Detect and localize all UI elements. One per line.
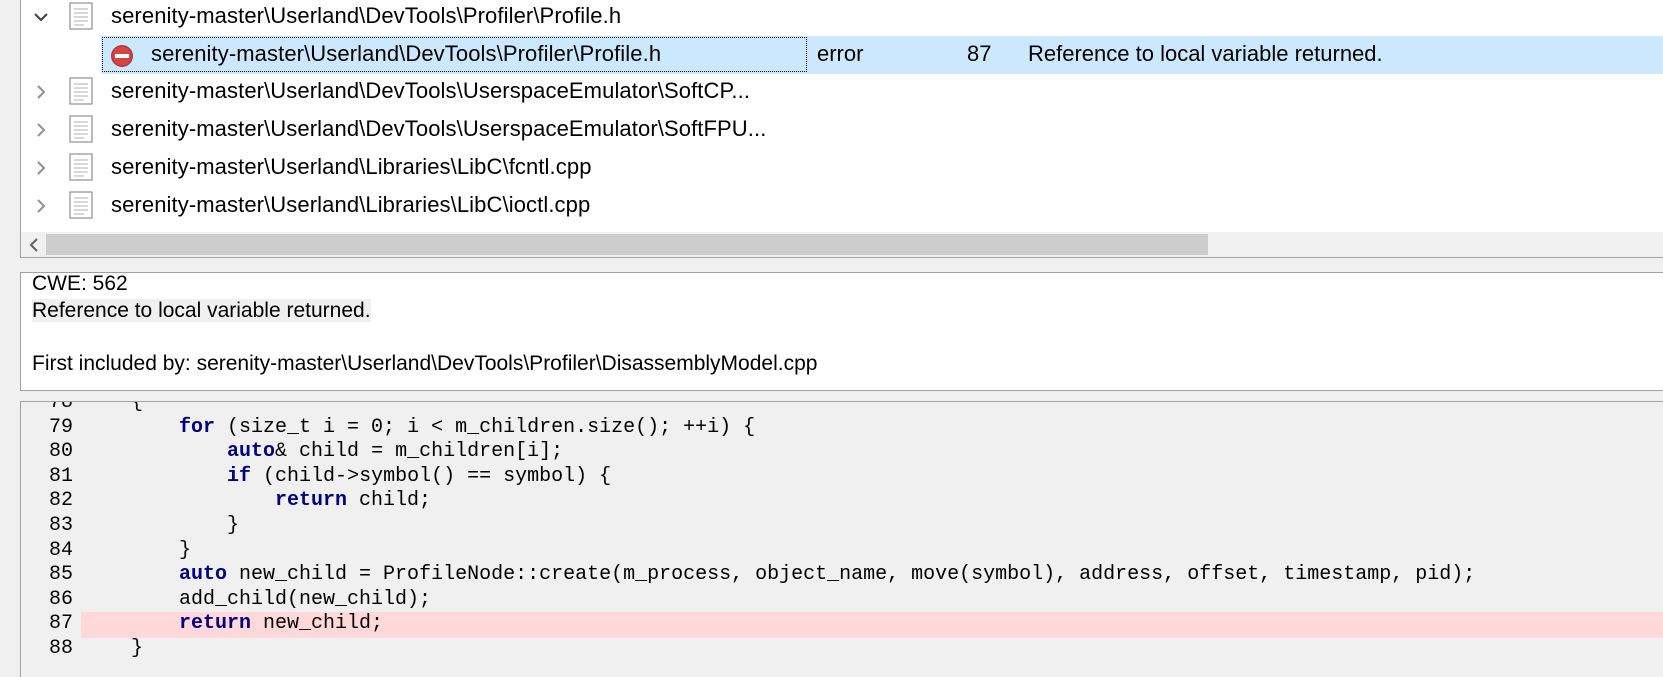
code-text: return child;: [275, 489, 432, 513]
line-number: 85: [48, 563, 73, 587]
tree-row[interactable]: serenity-master\Userland\DevTools\Usersp…: [21, 111, 1663, 149]
chevron-down-icon[interactable]: [31, 7, 51, 27]
line-number: 81: [48, 464, 73, 488]
file-icon: [69, 77, 93, 105]
line-number: 84: [48, 538, 73, 562]
severity-cell: error: [817, 41, 864, 66]
line-number: 82: [48, 489, 73, 513]
line-number: 88: [48, 637, 73, 660]
tree-row-profile-h[interactable]: serenity-master\Userland\DevTools\Profil…: [21, 0, 1663, 36]
line-number: 86: [48, 587, 73, 611]
chevron-right-icon[interactable]: [31, 196, 51, 216]
chevron-right-icon[interactable]: [31, 82, 51, 102]
line-number: 78: [48, 401, 73, 414]
code-preview[interactable]: 78 {79 for (size_t i = 0; i < m_children…: [20, 401, 1663, 677]
file-path: serenity-master\Userland\DevTools\Usersp…: [111, 116, 767, 141]
detail-message: Reference to local variable returned.: [32, 299, 371, 322]
chevron-right-icon[interactable]: [31, 158, 51, 178]
code-line: 84 }: [21, 539, 1663, 565]
code-text: }: [83, 514, 240, 537]
message-cell: Reference to local variable returned.: [1028, 41, 1383, 66]
scrollbar-thumb[interactable]: [46, 234, 1208, 255]
code-text: for (size_t i = 0; i < m_children.size()…: [179, 415, 756, 439]
file-path: serenity-master\Userland\Libraries\LibC\…: [111, 192, 591, 217]
code-text: }: [83, 538, 192, 562]
error-icon: [110, 44, 134, 68]
keyword: return: [275, 489, 348, 513]
tree-row[interactable]: serenity-master\Userland\Libraries\LibC\…: [21, 149, 1663, 187]
file-icon: [69, 2, 93, 30]
code-text: {: [83, 401, 144, 414]
tree-row[interactable]: serenity-master\Userland\Libraries\LibC\…: [21, 187, 1663, 225]
code-line: 81 if (child->symbol() == symbol) {: [21, 465, 1663, 491]
tree-row-error-selected[interactable]: serenity-master\Userland\DevTools\Profil…: [21, 36, 1663, 74]
error-file-path: serenity-master\Userland\DevTools\Profil…: [151, 41, 662, 66]
line-number: 83: [48, 514, 73, 537]
code-line: 78 {: [21, 401, 1663, 417]
file-icon: [69, 153, 93, 181]
line-number: 80: [48, 440, 73, 464]
code-line: 85 auto new_child = ProfileNode::create(…: [21, 563, 1663, 589]
line-number-cell: 87: [967, 41, 992, 66]
file-path: serenity-master\Userland\Libraries\LibC\…: [111, 154, 592, 179]
cwe-label: CWE: 562: [32, 272, 128, 295]
code-line: 86 add_child(new_child);: [21, 588, 1663, 614]
line-number: 79: [48, 415, 73, 439]
code-line: 80 auto& child = m_children[i];: [21, 440, 1663, 466]
tree-row[interactable]: serenity-master\Userland\DevTools\Usersp…: [21, 73, 1663, 111]
line-number: 87: [48, 612, 73, 636]
file-path: serenity-master\Userland\DevTools\Profil…: [111, 3, 622, 28]
code-line: 88 }: [21, 637, 1663, 663]
code-line: 82 return child;: [21, 489, 1663, 515]
keyword: return: [179, 612, 252, 636]
horizontal-scrollbar[interactable]: [21, 232, 1663, 257]
code-text: if (child->symbol() == symbol) {: [227, 464, 612, 488]
keyword: if: [227, 464, 252, 488]
keyword: auto: [179, 563, 228, 587]
first-included-by: First included by: serenity-master\Userl…: [32, 352, 818, 375]
results-tree[interactable]: serenity-master\Userland\DevTools\Profil…: [20, 0, 1663, 258]
code-line: 79 for (size_t i = 0; i < m_children.siz…: [21, 416, 1663, 442]
chevron-right-icon[interactable]: [31, 120, 51, 140]
code-text: return new_child;: [179, 612, 384, 636]
keyword: for: [179, 415, 216, 439]
details-panel: CWE: 562 Reference to local variable ret…: [20, 272, 1663, 391]
file-path: serenity-master\Userland\DevTools\Usersp…: [111, 78, 751, 103]
code-text: auto new_child = ProfileNode::create(m_p…: [179, 563, 1476, 587]
file-icon: [69, 191, 93, 219]
code-line: 83 }: [21, 514, 1663, 540]
scroll-left-icon[interactable]: [21, 232, 46, 257]
file-icon: [69, 115, 93, 143]
code-line-error: 87 return new_child;: [21, 612, 1663, 639]
code-text: }: [83, 637, 144, 660]
keyword: auto: [227, 440, 276, 464]
code-text: auto& child = m_children[i];: [227, 440, 564, 464]
code-text: add_child(new_child);: [83, 587, 432, 611]
